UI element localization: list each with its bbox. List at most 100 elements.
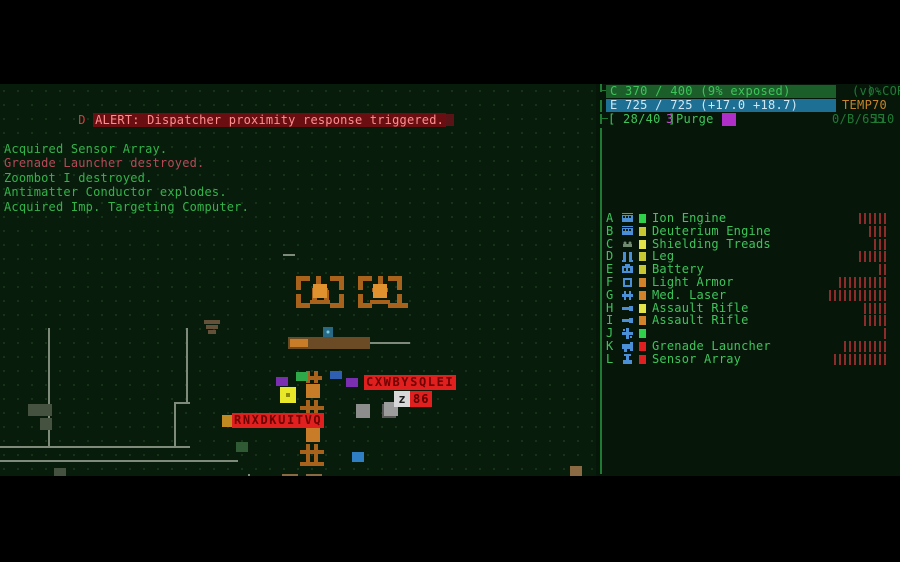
sidebar-frame xyxy=(600,114,602,124)
map-wall xyxy=(186,328,188,404)
log-alert-line: D ALERT: Dispatcher proximity response t… xyxy=(4,98,455,142)
part-slot-row[interactable]: L Sensor Array xyxy=(606,351,900,366)
part-integrity-swatch xyxy=(639,278,646,287)
part-integrity-swatch xyxy=(639,329,646,339)
map-conveyor-node xyxy=(290,339,308,347)
sidebar-frame xyxy=(600,100,602,112)
part-damage-bars xyxy=(869,225,886,237)
map-item-sparkle[interactable] xyxy=(323,327,333,337)
part-name: Med. Laser xyxy=(652,287,727,302)
part-integrity-swatch xyxy=(639,239,646,249)
map-area[interactable]: CXWBYSQLEI RNXDKUITVQ z 86 D ALERT: Disp… xyxy=(0,84,596,476)
temp-label: TEMP xyxy=(842,98,873,112)
map-debris xyxy=(208,330,216,334)
sidebar-frame xyxy=(600,84,602,92)
part-slot-row[interactable]: F Light Armor xyxy=(606,276,900,289)
hit-readout-glyph: z xyxy=(394,391,410,407)
part-slot-row[interactable]: E Battery xyxy=(606,263,900,276)
core-readout: C 370 / 400 (9% exposed) xyxy=(610,84,791,98)
map-debris xyxy=(206,325,218,329)
part-slot-row[interactable]: H Assault Rifle xyxy=(606,301,900,315)
part-integrity-swatch xyxy=(639,303,646,313)
treads-icon xyxy=(622,239,633,250)
part-damage-bars xyxy=(874,238,886,250)
map-bot-blue[interactable] xyxy=(352,452,364,462)
launcher-icon xyxy=(622,341,633,352)
part-integrity-swatch xyxy=(639,252,646,262)
message-log: D ALERT: Dispatcher proximity response t… xyxy=(4,98,455,214)
map-rubble xyxy=(40,418,52,430)
part-integrity-swatch xyxy=(639,342,646,351)
part-damage-bars xyxy=(864,302,886,314)
map-wall xyxy=(0,460,238,462)
engine-icon xyxy=(622,225,633,237)
entity-label-2: RNXDKUITVQ xyxy=(232,413,325,428)
part-damage-bars xyxy=(884,328,886,340)
map-wall xyxy=(370,342,410,344)
sidebar-frame-rail xyxy=(600,128,602,474)
map-bot-dim xyxy=(236,442,248,452)
game-viewport: CXWBYSQLEI RNXDKUITVQ z 86 D ALERT: Disp… xyxy=(0,84,900,476)
device-icon xyxy=(622,328,633,340)
part-slot-row[interactable]: B Deuterium Engine xyxy=(606,223,900,238)
sidebar-frame xyxy=(600,118,608,119)
map-bot-hostile[interactable] xyxy=(296,372,308,381)
log-alert-prefix: D xyxy=(78,112,86,127)
rifle-icon xyxy=(622,303,633,314)
hit-readout: z 86 xyxy=(394,391,433,407)
entity-label-1: CXWBYSQLEI xyxy=(364,375,457,390)
part-slot-row[interactable]: K Grenade Launcher xyxy=(606,340,900,353)
map-wall-dash xyxy=(283,254,295,256)
part-name: Assault Rifle xyxy=(652,313,749,328)
map-wall xyxy=(48,328,50,448)
map-bot-hostile[interactable] xyxy=(346,378,358,387)
part-integrity-swatch xyxy=(639,226,646,236)
part-integrity-swatch xyxy=(639,290,646,300)
part-damage-bars xyxy=(839,277,886,288)
map-debris xyxy=(204,320,220,324)
part-integrity-swatch xyxy=(639,354,646,364)
log-line: Acquired Sensor Array. xyxy=(4,141,168,156)
part-damage-bars xyxy=(879,264,886,276)
map-bot-hostile[interactable] xyxy=(276,377,288,386)
letterbox-bottom xyxy=(0,476,900,562)
mode-label: Purge xyxy=(676,112,714,126)
log-line: Acquired Imp. Targeting Computer. xyxy=(4,199,250,214)
map-bot-hostile[interactable] xyxy=(330,371,342,379)
part-slot-row[interactable]: I Assault Rifle xyxy=(606,314,900,327)
log-alert-text: ALERT: Dispatcher proximity response tri… xyxy=(93,112,447,127)
hit-readout-value: 86 xyxy=(410,391,433,407)
part-damage-bars xyxy=(859,213,886,224)
part-slot-row[interactable]: G Med. Laser xyxy=(606,287,900,302)
part-slot-row[interactable]: C Shielding Treads xyxy=(606,237,900,251)
part-integrity-swatch xyxy=(639,214,646,223)
part-damage-bars xyxy=(859,251,886,263)
letterbox-top xyxy=(0,0,900,84)
map-crate xyxy=(356,404,370,418)
corruption-value: 0% xyxy=(868,85,882,98)
map-rubble xyxy=(40,404,52,416)
map-wall xyxy=(174,404,176,448)
part-slot-key: B xyxy=(606,223,614,238)
map-rubble xyxy=(54,468,66,476)
part-name: Sensor Array xyxy=(652,351,742,366)
game-screen: CXWBYSQLEI RNXDKUITVQ z 86 D ALERT: Disp… xyxy=(0,0,900,562)
mode-index: 3 xyxy=(666,112,674,126)
matter-number: 110 xyxy=(872,112,895,126)
part-damage-bars xyxy=(829,289,886,301)
energy-readout: E 725 / 725 (+17.0 +18.7) xyxy=(610,98,799,112)
map-rubble xyxy=(28,404,40,416)
part-slot-row[interactable]: D Leg xyxy=(606,250,900,263)
battery-icon xyxy=(622,264,633,275)
leg-icon xyxy=(622,251,633,263)
map-item-orange[interactable] xyxy=(222,415,232,427)
laser-icon xyxy=(622,290,633,301)
part-slot-key: L xyxy=(606,351,614,366)
log-line: Antimatter Conductor explodes. xyxy=(4,185,227,199)
map-wall xyxy=(48,446,176,448)
part-slot-key: G xyxy=(606,287,614,302)
map-item-highlight-core xyxy=(286,393,290,397)
log-line: Zoombot I destroyed. xyxy=(4,170,153,185)
part-integrity-swatch xyxy=(639,265,646,275)
armor-icon xyxy=(622,277,633,288)
